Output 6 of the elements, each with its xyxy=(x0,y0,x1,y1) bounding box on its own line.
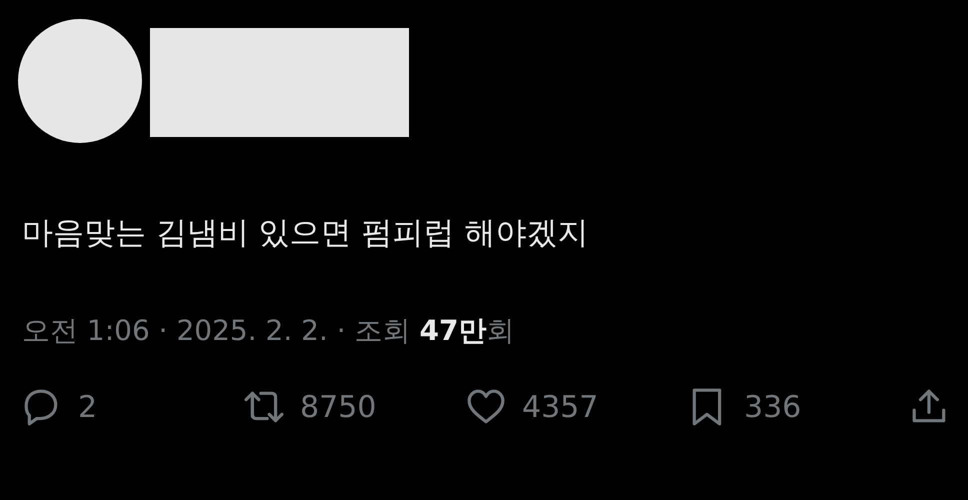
retweet-button[interactable]: 8750 xyxy=(244,387,466,427)
bookmark-button[interactable]: 336 xyxy=(688,387,910,427)
tweet-meta: 오전 1:06 · 2025. 2. 2. · 조회 47만회 xyxy=(22,313,516,349)
reply-button[interactable]: 2 xyxy=(22,387,244,427)
like-button[interactable]: 4357 xyxy=(466,387,688,427)
tweet-text: 마음맞는 김냄비 있으면 펌피럽 해야겠지 xyxy=(22,214,590,253)
